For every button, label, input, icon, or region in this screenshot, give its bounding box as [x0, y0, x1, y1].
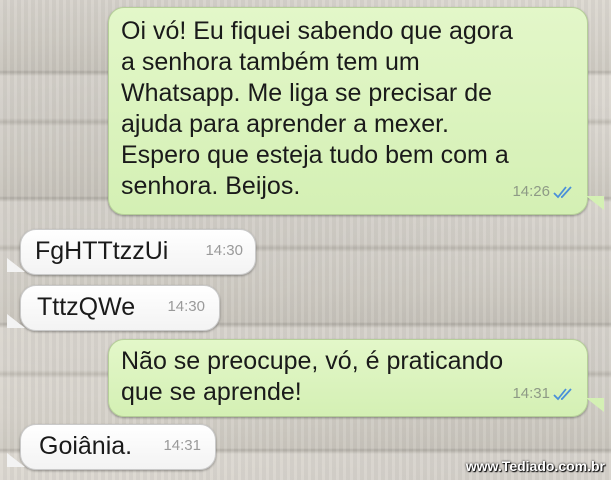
message-meta: 14:31 — [512, 378, 575, 409]
bubble-tail — [7, 314, 25, 328]
message-text: FgHTTtzzUi — [35, 237, 169, 265]
message-meta: 14:30 — [167, 291, 205, 322]
bubble-tail — [586, 398, 604, 412]
double-check-icon — [553, 185, 575, 199]
message-meta: 14:31 — [163, 430, 201, 461]
message-meta: 14:30 — [205, 235, 243, 266]
message-text: TttzQWe — [37, 293, 136, 321]
message-meta: 14:26 — [512, 176, 575, 207]
message-bubble-outgoing[interactable]: Oi vó! Eu fiquei sabendo que agora a sen… — [108, 7, 588, 215]
bubble-tail — [7, 453, 25, 467]
message-bubble-incoming[interactable]: Goiânia. 14:31 — [20, 424, 216, 470]
message-time: 14:26 — [512, 183, 550, 200]
message-bubble-incoming[interactable]: TttzQWe 14:30 — [20, 285, 220, 331]
bubble-tail — [7, 258, 25, 272]
message-time: 14:31 — [512, 385, 550, 402]
bubble-tail — [586, 196, 604, 210]
message-time: 14:30 — [205, 242, 243, 259]
message-time: 14:30 — [167, 298, 205, 315]
message-bubble-incoming[interactable]: FgHTTtzzUi 14:30 — [20, 229, 256, 275]
message-time: 14:31 — [163, 437, 201, 454]
site-watermark: www.Tediado.com.br — [465, 458, 605, 474]
message-text: Goiânia. — [39, 432, 133, 460]
message-bubble-outgoing[interactable]: Não se preocupe, vó, é praticando que se… — [108, 339, 588, 417]
double-check-icon — [553, 387, 575, 401]
message-text: Oi vó! Eu fiquei sabendo que agora a sen… — [121, 17, 513, 200]
